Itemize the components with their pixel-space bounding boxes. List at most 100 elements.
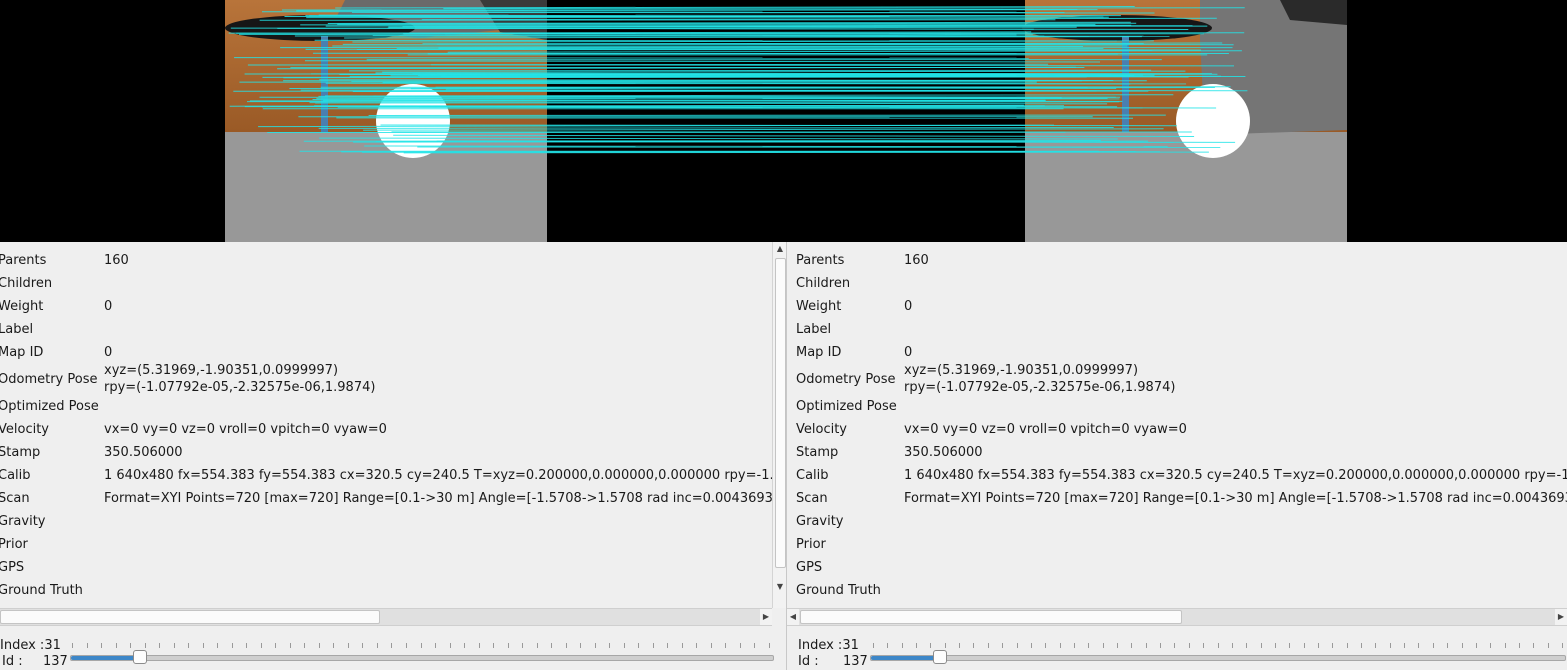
field-row-velocity[interactable]: Velocity vx=0 vy=0 vz=0 vroll=0 vpitch=0 … [787, 418, 1567, 441]
field-value: 160 [904, 253, 929, 268]
slider-tick [1533, 643, 1534, 648]
left-vertical-scroll-thumb[interactable] [775, 258, 786, 568]
field-row-gps[interactable]: GPS [0, 556, 786, 579]
right-slider-track[interactable] [870, 655, 1566, 661]
left-slider-track[interactable] [70, 655, 774, 661]
field-value: 0 [104, 299, 112, 314]
slider-tick [638, 643, 639, 648]
arrow-up-icon[interactable]: ▲ [773, 242, 786, 256]
right-id-readout: Id : 137 [798, 654, 868, 669]
field-row-children[interactable]: Children [787, 272, 1567, 295]
field-value: 0 [104, 345, 112, 360]
field-row-gps[interactable]: GPS [787, 556, 1567, 579]
slider-tick [1074, 643, 1075, 648]
slider-tick [537, 643, 538, 648]
field-row-label[interactable]: Label [787, 318, 1567, 341]
arrow-right-icon[interactable]: ▶ [1555, 609, 1567, 625]
field-label: Stamp [796, 445, 839, 460]
field-value: 350.506000 [904, 445, 983, 460]
slider-tick [1390, 643, 1391, 648]
field-row-odometry-pose[interactable]: Odometry Pose xyz=(5.31969,-1.90351,0.099… [0, 363, 786, 395]
left-id-readout: Id : 137 [2, 654, 68, 669]
right-slider-handle[interactable] [933, 650, 947, 664]
slider-tick [72, 643, 73, 648]
field-row-ground-truth[interactable]: Ground Truth [0, 579, 786, 602]
slider-tick [464, 643, 465, 648]
slider-tick [873, 643, 874, 648]
slider-tick [1347, 643, 1348, 648]
field-row-optimized-pose[interactable]: Optimized Pose [0, 395, 786, 418]
slider-tick [1304, 643, 1305, 648]
field-row-gravity[interactable]: Gravity [0, 510, 786, 533]
field-row-parents[interactable]: Parents 160 [0, 249, 786, 272]
field-row-children[interactable]: Children [0, 272, 786, 295]
field-row-gravity[interactable]: Gravity [787, 510, 1567, 533]
field-row-scan[interactable]: Scan Format=XYI Points=720 [max=720] Rang… [787, 487, 1567, 510]
match-line [375, 141, 1175, 143]
slider-tick [275, 643, 276, 648]
field-label: Prior [0, 537, 28, 552]
slider-tick [1189, 643, 1190, 648]
arrow-down-icon[interactable]: ▼ [773, 580, 786, 594]
right-horizontal-scrollbar[interactable]: ◀ ▶ [787, 608, 1567, 626]
right-index-label: Index : [798, 638, 843, 653]
field-row-ground-truth[interactable]: Ground Truth [787, 579, 1567, 602]
field-value-line: 160 [104, 253, 129, 268]
field-row-map-id[interactable]: Map ID 0 [0, 341, 786, 364]
slider-tick [1045, 643, 1046, 648]
field-row-scan[interactable]: Scan Format=XYI Points=720 [max=720] Rang… [0, 487, 786, 510]
field-row-optimized-pose[interactable]: Optimized Pose [787, 395, 1567, 418]
field-value-line: xyz=(5.31969,-1.90351,0.0999997) [904, 363, 1139, 378]
slider-tick [624, 643, 625, 648]
field-value-line: 160 [904, 253, 929, 268]
slider-tick [1218, 643, 1219, 648]
slider-tick [1103, 643, 1104, 648]
field-label: Prior [796, 537, 826, 552]
field-row-map-id[interactable]: Map ID 0 [787, 341, 1567, 364]
match-line [312, 52, 1118, 55]
arrow-left-icon[interactable]: ◀ [787, 609, 799, 625]
field-row-weight[interactable]: Weight 0 [0, 295, 786, 318]
slider-tick [188, 643, 189, 648]
field-value: 0 [904, 299, 912, 314]
slider-tick [566, 643, 567, 648]
field-row-weight[interactable]: Weight 0 [787, 295, 1567, 318]
arrow-right-icon[interactable]: ▶ [760, 609, 772, 625]
slider-tick [348, 643, 349, 648]
left-horizontal-scroll-thumb[interactable] [0, 610, 380, 624]
slider-tick [930, 643, 931, 648]
match-line [325, 82, 1131, 85]
field-row-parents[interactable]: Parents 160 [787, 249, 1567, 272]
right-horizontal-scroll-thumb[interactable] [800, 610, 1182, 624]
field-row-prior[interactable]: Prior [787, 533, 1567, 556]
feature-match-canvas [0, 0, 1567, 242]
left-vertical-scrollbar[interactable]: ▲ ▼ [772, 242, 786, 608]
field-row-stamp[interactable]: Stamp 350.506000 [787, 441, 1567, 464]
slider-tick [1017, 643, 1018, 648]
match-line [380, 124, 1177, 127]
slider-tick [1562, 643, 1563, 648]
field-row-calib[interactable]: Calib 1 640x480 fx=554.383 fy=554.383 cx=… [0, 464, 786, 487]
field-value-line: Format=XYI Points=720 [max=720] Range=[0… [104, 491, 786, 506]
left-horizontal-scrollbar[interactable]: ▶ [0, 608, 772, 626]
match-line [303, 140, 1101, 142]
field-row-velocity[interactable]: Velocity vx=0 vy=0 vz=0 vroll=0 vpitch=0 … [0, 418, 786, 441]
match-line [337, 106, 1143, 109]
slider-tick [145, 643, 146, 648]
feature-match-view [0, 0, 1567, 242]
field-label: Velocity [796, 422, 847, 437]
field-row-calib[interactable]: Calib 1 640x480 fx=554.383 fy=554.383 cx=… [787, 464, 1567, 487]
slider-tick [973, 643, 974, 648]
slider-tick [217, 643, 218, 648]
left-slider-handle[interactable] [133, 650, 147, 664]
match-line [259, 96, 1062, 99]
field-value: 0 [904, 345, 912, 360]
match-line [372, 35, 1170, 37]
field-label: Parents [0, 253, 47, 268]
field-row-stamp[interactable]: Stamp 350.506000 [0, 441, 786, 464]
slider-tick [1289, 643, 1290, 648]
field-row-prior[interactable]: Prior [0, 533, 786, 556]
field-row-odometry-pose[interactable]: Odometry Pose xyz=(5.31969,-1.90351,0.099… [787, 363, 1567, 395]
slider-tick [1002, 643, 1003, 648]
field-row-label[interactable]: Label [0, 318, 786, 341]
